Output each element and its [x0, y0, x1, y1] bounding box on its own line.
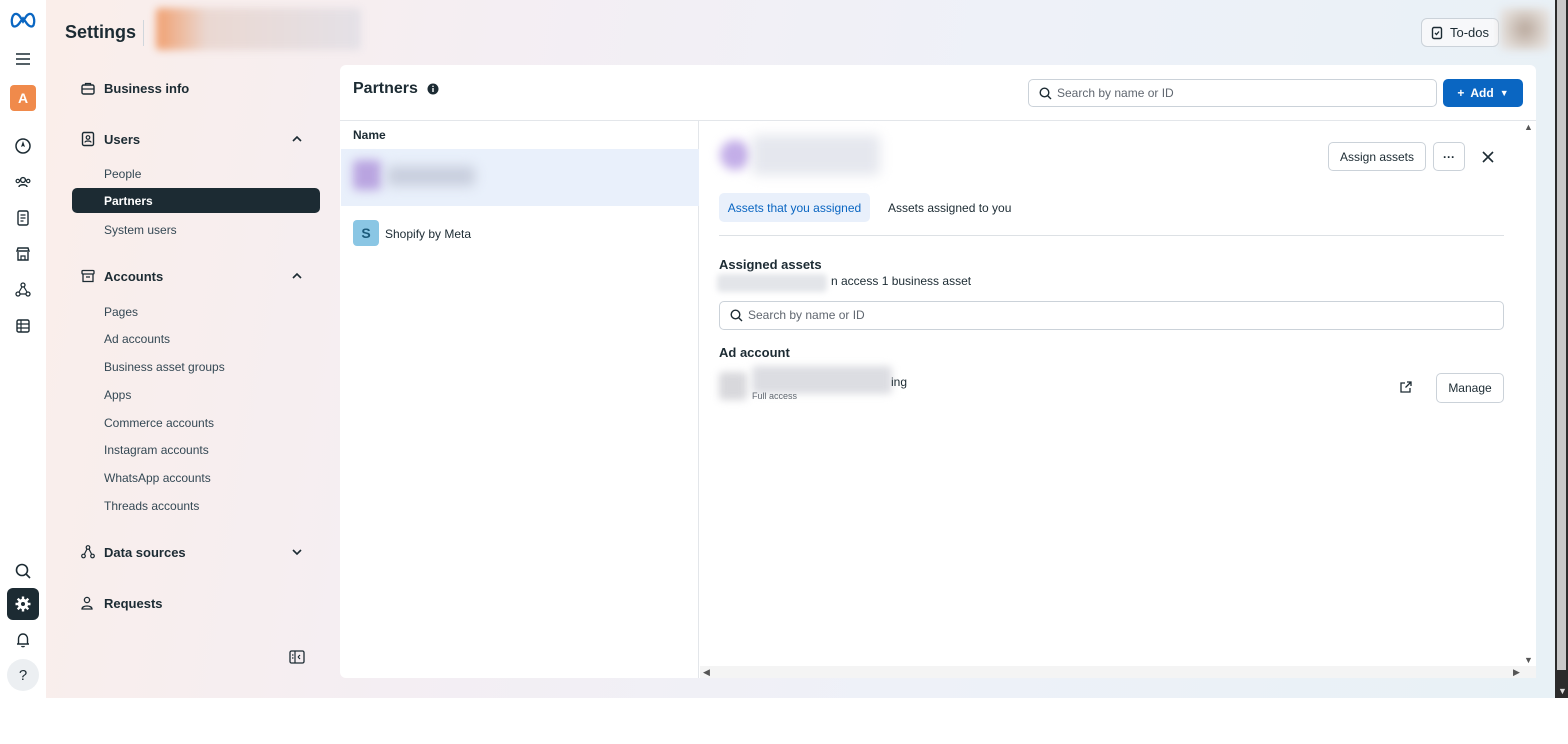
external-link-icon[interactable] [1399, 380, 1413, 394]
manage-button[interactable]: Manage [1436, 373, 1504, 403]
more-options-button[interactable]: ··· [1433, 142, 1465, 171]
todos-label: To-dos [1450, 25, 1490, 40]
scroll-up-arrow[interactable]: ▲ [1524, 122, 1533, 132]
info-icon[interactable] [427, 83, 439, 95]
nav-item-threads-accounts[interactable]: Threads accounts [104, 499, 199, 513]
collapse-sidebar-icon[interactable] [289, 650, 305, 664]
selected-partner-name [752, 135, 880, 175]
nav-data-sources[interactable]: Data sources [80, 544, 186, 560]
nav-item-business-asset-groups[interactable]: Business asset groups [104, 360, 225, 374]
partner-name-blurred [387, 166, 475, 186]
person-request-icon [81, 596, 93, 610]
window-scrollbar-thumb[interactable] [1557, 0, 1566, 670]
gear-icon[interactable] [7, 588, 39, 620]
search-icon [1039, 87, 1052, 100]
ad-account-name-blurred [752, 366, 892, 394]
partner-search-input[interactable] [1057, 83, 1417, 103]
window-scroll-down-arrow[interactable]: ▼ [1558, 686, 1567, 696]
nav-requests-label: Requests [104, 595, 163, 611]
scroll-left-arrow[interactable]: ◀ [703, 667, 710, 678]
nav-item-apps[interactable]: Apps [104, 388, 131, 402]
menu-icon[interactable] [7, 43, 39, 75]
header-divider [143, 20, 144, 46]
todos-button[interactable]: To-dos [1421, 18, 1499, 47]
assign-assets-button[interactable]: Assign assets [1328, 142, 1426, 171]
nav-item-ad-accounts[interactable]: Ad accounts [104, 332, 170, 346]
search-icon[interactable] [7, 555, 39, 587]
chevron-down-icon[interactable] [289, 544, 305, 560]
nav-item-pages[interactable]: Pages [104, 305, 138, 319]
asset-search-field[interactable] [719, 301, 1504, 330]
people-icon[interactable] [7, 166, 39, 198]
scroll-down-arrow[interactable]: ▼ [1524, 655, 1533, 665]
assigned-assets-subtitle: n access 1 business asset [831, 274, 972, 288]
nav-item-system-users[interactable]: System users [104, 223, 177, 237]
nav-business-info[interactable]: Business info [80, 80, 189, 96]
nav-item-instagram-accounts[interactable]: Instagram accounts [104, 443, 209, 457]
network-icon[interactable] [7, 274, 39, 306]
bell-icon[interactable] [7, 624, 39, 656]
profile-avatar[interactable] [1500, 8, 1550, 50]
tab-divider [719, 235, 1504, 236]
nav-accounts-label: Accounts [104, 268, 164, 284]
partner-row[interactable]: Shopify by Meta [385, 227, 471, 241]
blank-area [0, 698, 1568, 744]
help-icon[interactable]: ? [7, 659, 39, 691]
add-button-label: Add [1470, 86, 1494, 100]
ad-account-name: ing [891, 375, 908, 389]
page-title: Settings [65, 22, 137, 42]
nav-item-whatsapp-accounts[interactable]: WhatsApp accounts [104, 471, 211, 485]
nav-item-partners-label[interactable]: Partners [104, 194, 153, 208]
ad-account-avatar [719, 372, 747, 400]
partner-search-field[interactable] [1028, 79, 1437, 107]
asset-search-input[interactable] [748, 305, 1488, 325]
business-switcher[interactable] [156, 8, 361, 50]
caret-down-icon: ▼ [1499, 88, 1509, 98]
close-icon [1482, 151, 1494, 163]
tab-assets-you-assigned[interactable]: Assets that you assigned [719, 193, 870, 222]
briefcase-icon [81, 82, 95, 95]
nav-requests[interactable]: Requests [80, 595, 163, 611]
icon-rail: A ? [0, 0, 46, 698]
nav-users-label: Users [104, 131, 141, 147]
panel-title: Partners [353, 80, 418, 97]
app-window: A ? Settings To-dos Business info Users … [0, 0, 1568, 698]
archive-icon [81, 269, 95, 283]
add-button[interactable]: + Add ▼ [1443, 79, 1523, 107]
scroll-right-arrow[interactable]: ▶ [1513, 667, 1520, 678]
selected-partner-avatar [720, 140, 750, 170]
chevron-up-icon[interactable] [289, 268, 305, 284]
business-avatar[interactable]: A [10, 85, 36, 111]
horizontal-scrollbar[interactable] [700, 666, 1536, 678]
name-column-header: Name [353, 128, 386, 142]
search-icon [730, 309, 743, 322]
nav-users[interactable]: Users [80, 131, 140, 147]
store-icon[interactable] [7, 238, 39, 270]
chevron-up-icon[interactable] [289, 131, 305, 147]
meta-logo-icon[interactable] [7, 4, 39, 36]
nav-data-sources-label: Data sources [104, 544, 186, 560]
compass-icon[interactable] [7, 130, 39, 162]
clipboard-icon [1431, 26, 1443, 39]
assigned-subtitle-blurred [717, 274, 827, 292]
tab-assets-assigned-to-you[interactable]: Assets assigned to you [888, 201, 1011, 215]
nav-accounts[interactable]: Accounts [80, 268, 163, 284]
ad-account-access: Full access [752, 391, 798, 401]
id-card-icon [81, 131, 95, 147]
nav-business-info-label: Business info [104, 80, 190, 96]
partner-avatar-blurred [353, 160, 381, 190]
ad-account-title: Ad account [719, 345, 790, 360]
catalog-icon[interactable] [7, 310, 39, 342]
close-button[interactable] [1478, 147, 1498, 167]
assigned-assets-title: Assigned assets [719, 257, 822, 272]
more-icon: ··· [1443, 149, 1455, 164]
nav-item-people[interactable]: People [104, 167, 141, 181]
data-sources-icon [81, 545, 95, 559]
partner-avatar: S [353, 220, 379, 246]
nav-item-commerce-accounts[interactable]: Commerce accounts [104, 416, 214, 430]
plus-icon: + [1457, 86, 1465, 100]
document-icon[interactable] [7, 202, 39, 234]
